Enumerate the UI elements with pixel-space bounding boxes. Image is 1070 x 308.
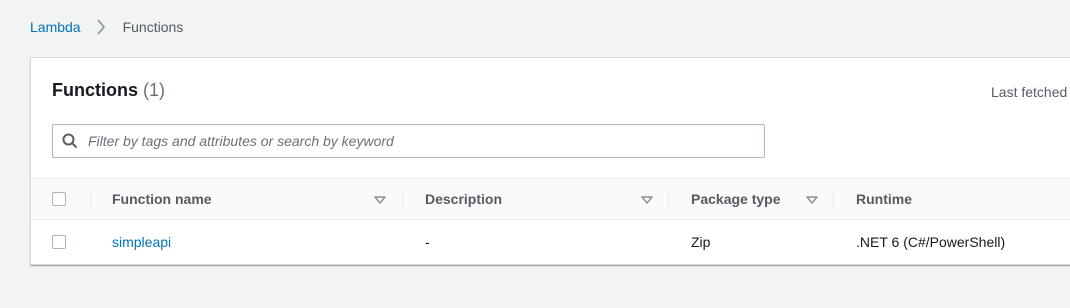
- select-all-checkbox[interactable]: [52, 192, 66, 206]
- chevron-right-icon: [91, 17, 111, 37]
- row-checkbox[interactable]: [52, 235, 66, 249]
- sort-down-icon[interactable]: [374, 193, 386, 205]
- function-name-link[interactable]: simpleapi: [112, 220, 171, 264]
- description-cell: -: [425, 234, 430, 250]
- column-header-runtime[interactable]: Runtime: [856, 179, 912, 219]
- search-box[interactable]: [52, 124, 765, 158]
- table-row[interactable]: simpleapi - Zip .NET 6 (C#/PowerShell): [31, 220, 1070, 264]
- panel-title-text: Functions: [52, 80, 138, 100]
- column-divider: [833, 189, 834, 211]
- breadcrumb-item-lambda[interactable]: Lambda: [30, 19, 81, 35]
- panel-title: Functions (1): [52, 80, 165, 101]
- column-divider: [668, 189, 669, 211]
- column-header-package-type[interactable]: Package type: [691, 179, 781, 219]
- column-header-description[interactable]: Description: [425, 179, 502, 219]
- breadcrumb: Lambda Functions: [30, 17, 183, 37]
- breadcrumb-item-functions: Functions: [122, 19, 184, 35]
- row-select-cell: [52, 220, 66, 264]
- last-fetched-text: Last fetched: [991, 84, 1068, 100]
- search-icon: [62, 133, 78, 149]
- sort-down-icon[interactable]: [641, 193, 653, 205]
- functions-panel: Functions (1) Last fetched Function name…: [30, 57, 1070, 265]
- search-input[interactable]: [88, 133, 728, 149]
- lambda-functions-page: Lambda Functions Functions (1) Last fetc…: [0, 0, 1070, 308]
- column-divider: [402, 189, 403, 211]
- package-type-cell: Zip: [691, 234, 711, 250]
- column-header-function-name[interactable]: Function name: [112, 179, 212, 219]
- function-count: (1): [143, 80, 166, 100]
- runtime-cell: .NET 6 (C#/PowerShell): [856, 234, 1006, 250]
- select-all-cell: [52, 179, 66, 219]
- column-divider: [90, 189, 91, 211]
- table-header: Function name Description Package type R…: [31, 178, 1070, 220]
- sort-down-icon[interactable]: [806, 193, 818, 205]
